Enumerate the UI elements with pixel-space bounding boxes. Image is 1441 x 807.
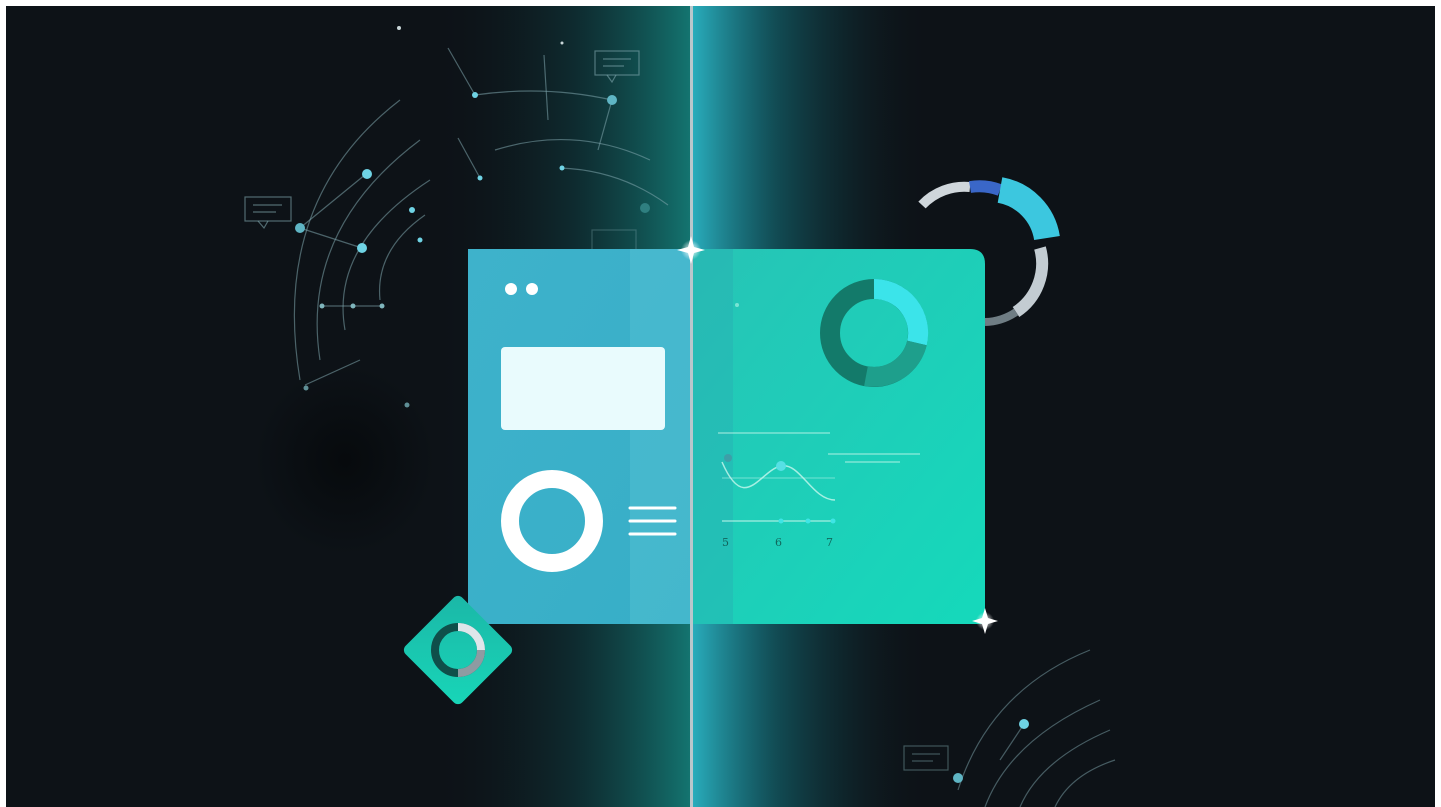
window-dot-icon bbox=[505, 283, 517, 295]
split-divider bbox=[690, 6, 693, 807]
axis-tick-label: 6 bbox=[775, 536, 782, 549]
axis-tick-label: 5 bbox=[722, 536, 729, 549]
window-dot-icon bbox=[526, 283, 538, 295]
illustration: 5 6 7 bbox=[0, 0, 1441, 807]
panel-sheen-right bbox=[693, 249, 733, 624]
axis-tick-label: 7 bbox=[826, 536, 833, 549]
panel-sheen bbox=[630, 249, 693, 624]
illustration-canvas bbox=[0, 0, 1441, 807]
shadow-blob bbox=[255, 365, 435, 555]
content-card bbox=[501, 347, 665, 430]
